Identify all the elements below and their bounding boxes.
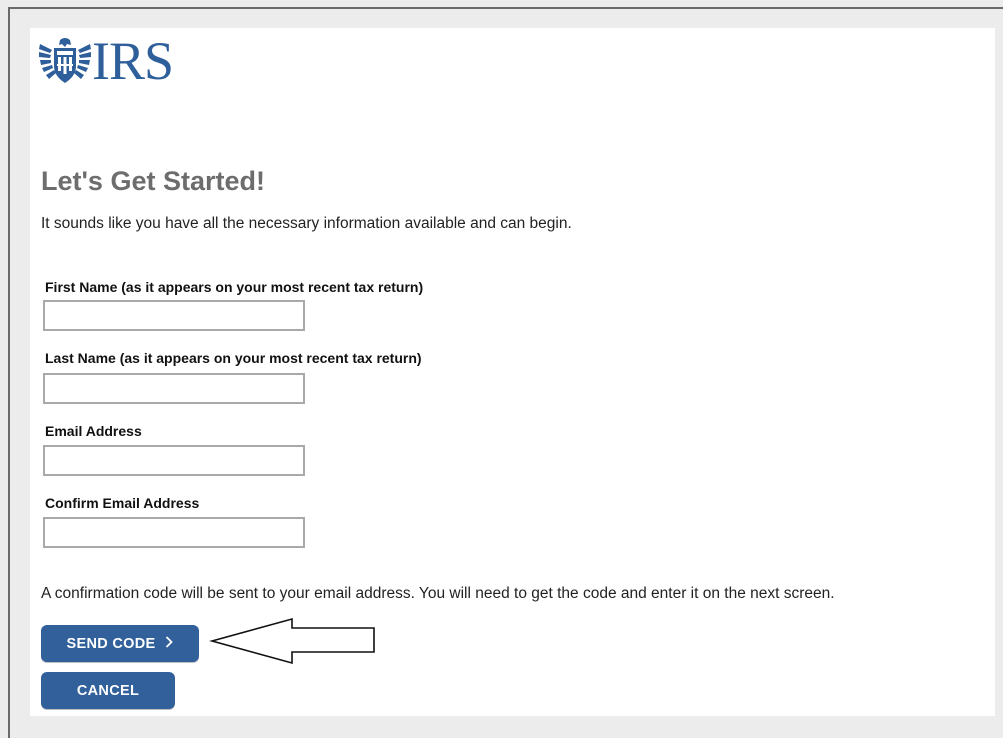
first-name-label: First Name (as it appears on your most r…	[45, 279, 424, 295]
last-name-field[interactable]	[43, 373, 305, 404]
confirm-email-field[interactable]	[43, 517, 305, 548]
confirm-email-label: Confirm Email Address	[45, 495, 200, 511]
email-label: Email Address	[45, 423, 142, 439]
confirmation-note: A confirmation code will be sent to your…	[41, 585, 835, 602]
page-panel	[30, 28, 995, 716]
chevron-right-icon	[165, 635, 174, 653]
email-field[interactable]	[43, 445, 305, 476]
cancel-label: CANCEL	[76, 682, 140, 699]
last-name-label: Last Name (as it appears on your most re…	[45, 350, 422, 366]
cancel-button[interactable]: CANCEL	[41, 672, 175, 709]
send-code-button[interactable]: SEND CODE	[41, 625, 199, 662]
left-arrow-annotation-icon	[208, 617, 375, 665]
page-title: Let's Get Started!	[41, 166, 265, 196]
first-name-field[interactable]	[43, 300, 305, 331]
eagle-emblem-icon	[39, 38, 91, 83]
logo-text: IRS	[92, 31, 174, 91]
send-code-label: SEND CODE	[66, 635, 156, 652]
intro-text: It sounds like you have all the necessar…	[41, 215, 572, 232]
irs-logo[interactable]: IRS	[38, 31, 174, 91]
